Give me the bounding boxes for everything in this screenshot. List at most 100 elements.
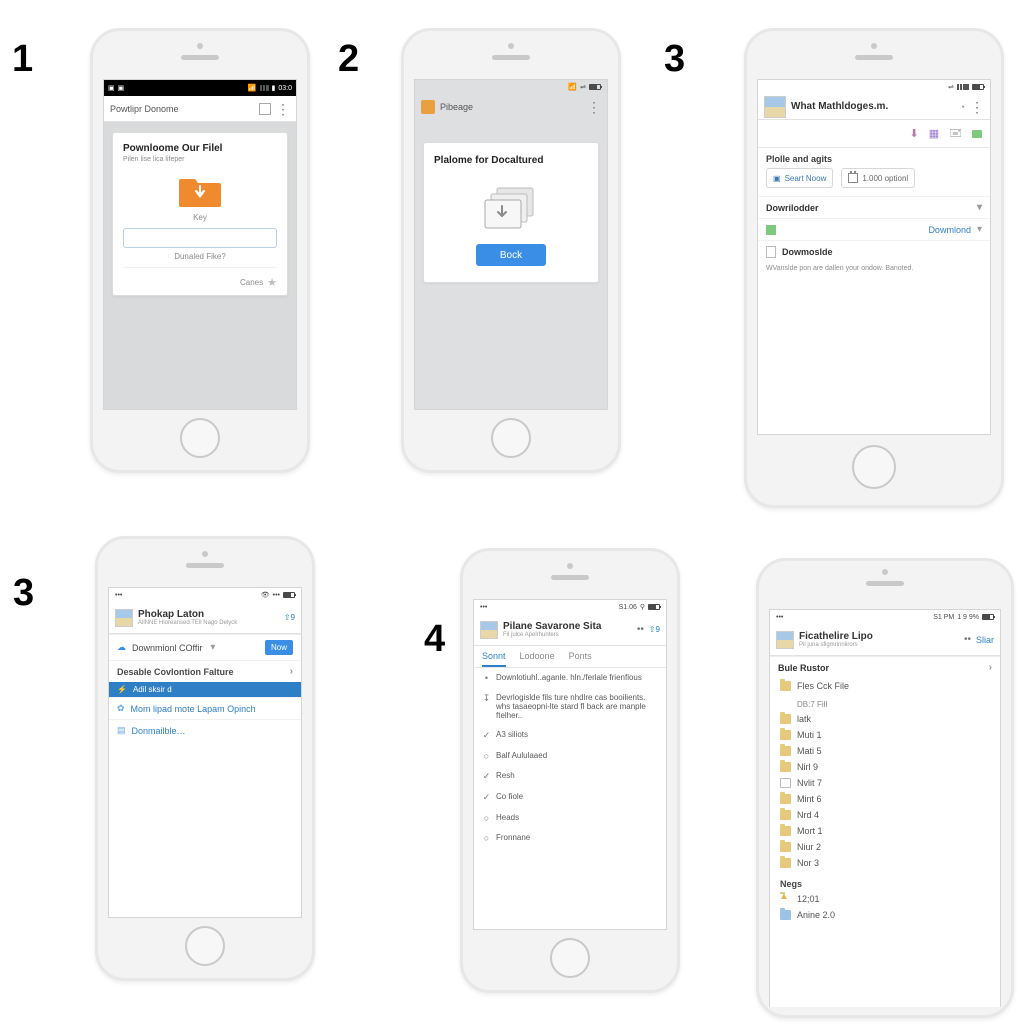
status-bar: ••• S1.06⚲ [474, 600, 666, 614]
folder-stack-download-icon [479, 182, 543, 234]
row-disable-feature[interactable]: Desable Covlontion Falture› [109, 660, 301, 682]
app-thumbnail [776, 631, 794, 649]
file-row-sub: DB:7 Fill [770, 694, 1000, 711]
bookmark-icon[interactable]: 🖃 [949, 124, 962, 143]
file-row[interactable]: Mati 5 [770, 743, 1000, 759]
section-heading: Plolle and agits [758, 148, 990, 168]
file-row[interactable]: Nvlit 7 [770, 775, 1000, 791]
phone-1: ▣▣ 📶▮03:0 Powtlipr Donome ⋮ Pownloome Ou… [90, 28, 310, 473]
list-item[interactable]: •Downlotiuhl..aganle. hln./ferlale frien… [474, 668, 666, 688]
accordion-downmoslde[interactable]: Dowmoslde [758, 240, 990, 263]
file-row[interactable]: Anine 2.0 [770, 907, 1000, 923]
card-subtitle: Pilen lise lica lifeper [123, 156, 277, 163]
file-row[interactable]: Fles Cck File [770, 678, 1000, 694]
tab-ponts[interactable]: Ponts [569, 646, 592, 667]
file-row[interactable]: Nor 3 [770, 855, 1000, 871]
app-thumbnail [764, 96, 786, 118]
status-battery-text: 1 9 9% [957, 614, 979, 621]
file-row[interactable]: Nrd 4 [770, 807, 1000, 823]
row-downloadable[interactable]: ▤ Donmailble… [109, 719, 301, 741]
overflow-menu-icon[interactable]: ⋮ [276, 104, 290, 114]
file-row[interactable]: Niur 2 [770, 839, 1000, 855]
signal-icon: ◔ [960, 102, 965, 112]
list-item[interactable]: ○Heads [474, 808, 666, 828]
list-item[interactable]: ✓Co fiole [474, 787, 666, 808]
home-button[interactable] [185, 926, 225, 966]
app-thumbnail [480, 621, 498, 639]
header-action[interactable]: ⇧9 [284, 613, 295, 622]
overflow-menu-icon[interactable]: •• [637, 625, 644, 635]
row-add-selected[interactable]: ⚡ Adil sksir d [109, 682, 301, 697]
list-item[interactable]: ○Fronnane [474, 828, 666, 848]
start-now-button[interactable]: ▣Seart Noow [766, 168, 833, 188]
label-icon[interactable] [972, 130, 982, 138]
back-button[interactable]: Bock [476, 244, 546, 266]
home-button[interactable] [491, 418, 531, 458]
app-title: Pibeage [440, 102, 582, 112]
overflow-menu-icon[interactable]: ⋮ [587, 102, 601, 112]
accordion-downloader[interactable]: Dowrilodder▾ [758, 196, 990, 218]
cloud-download-icon: ☁ [117, 642, 126, 653]
app-icon [421, 100, 435, 114]
download-link[interactable]: Dowmlond [928, 225, 971, 235]
file-row[interactable]: latk [770, 711, 1000, 727]
cancel-button[interactable]: Canes [240, 278, 263, 287]
home-button[interactable] [180, 418, 220, 458]
list-item[interactable]: ✓A3 siliots [474, 725, 666, 746]
section-header[interactable]: Bule Rustor› [770, 656, 1000, 678]
home-button[interactable] [550, 938, 590, 978]
download-icon[interactable]: ⬇ [910, 127, 919, 140]
step-number-3b: 3 [13, 574, 34, 612]
header-action[interactable]: ⇧9 [649, 625, 660, 634]
app-thumbnail [115, 609, 133, 627]
tabs-icon[interactable] [259, 103, 271, 115]
favorite-icon[interactable]: ★ [267, 276, 277, 289]
phone-3: ⇌ What Mathldoges.m. ◔ ⋮ ⬇ ▦ 🖃 Plolle an… [744, 28, 1004, 508]
lightning-icon: ⚡ [117, 685, 127, 694]
tab-sonnt[interactable]: Sonnt [482, 646, 506, 667]
overflow-menu-icon[interactable]: •• [964, 635, 971, 645]
wifi-icon: 📶 [248, 84, 257, 92]
list-icon [766, 225, 776, 235]
list-item[interactable]: ↧Devrlogislde fils ture nhdlre cas booil… [474, 688, 666, 725]
file-row[interactable]: Muti 1 [770, 727, 1000, 743]
page-title: Pilane Savarone Sita [503, 621, 632, 632]
page-subtitle: Fil julce Apelrhunters [503, 632, 632, 639]
status-time: S1 PM [933, 614, 954, 621]
page-subtitle: Pil juna sfigmrinniirors [799, 642, 959, 649]
home-button[interactable] [852, 445, 896, 489]
phone-5: ••• S1.06⚲ Pilane Savarone Sita Fil julc… [460, 548, 680, 993]
tab-lodoone[interactable]: Lodoone [520, 646, 555, 667]
file-row[interactable]: Nirl 9 [770, 759, 1000, 775]
download-card: Pownloome Our Filel Pilen lise lica life… [112, 132, 288, 296]
options-button[interactable]: 1.000 optionl [841, 168, 915, 188]
row-download-offer[interactable]: ☁ Downmionl COffir ▾ Now [109, 634, 301, 660]
card-title: Pownloome Our Filel [123, 143, 277, 154]
row-more[interactable]: ✿ Mom lipad mote Lapam Opinch [109, 697, 301, 719]
file-row[interactable]: Mint 6 [770, 791, 1000, 807]
overflow-menu-icon[interactable]: ⋮ [970, 102, 984, 112]
toolbar-icons: ⬇ ▦ 🖃 [758, 120, 990, 147]
signal-icon: 📶 [568, 83, 577, 91]
step-number-4: 4 [424, 620, 445, 658]
gear-icon: ✿ [117, 703, 125, 714]
list-item[interactable]: ✓Resh [474, 766, 666, 787]
file-row[interactable]: 12;01 [770, 891, 1000, 907]
step-number-1: 1 [12, 40, 33, 78]
folder-icon: ▤ [117, 725, 126, 736]
share-button[interactable]: Sliar [976, 635, 994, 645]
page-title: What Mathldoges.m. [791, 101, 955, 112]
status-bar: ▣▣ 📶▮03:0 [104, 80, 296, 96]
warning-icon [780, 894, 791, 904]
doc-icon [766, 246, 776, 258]
page-title: Ficathelire Lipo [799, 631, 959, 642]
camera-icon[interactable]: ▦ [929, 127, 939, 140]
status-time: S1.06 [619, 604, 637, 611]
list-item[interactable]: ○Balf Aululaaed [474, 746, 666, 766]
help-link[interactable]: Dunaled Fike? [123, 252, 277, 261]
new-button[interactable]: Now [265, 640, 293, 655]
calendar-icon [848, 173, 858, 183]
status-bar: ⇌ [758, 80, 990, 94]
file-row[interactable]: Mort 1 [770, 823, 1000, 839]
key-input[interactable] [123, 228, 277, 248]
